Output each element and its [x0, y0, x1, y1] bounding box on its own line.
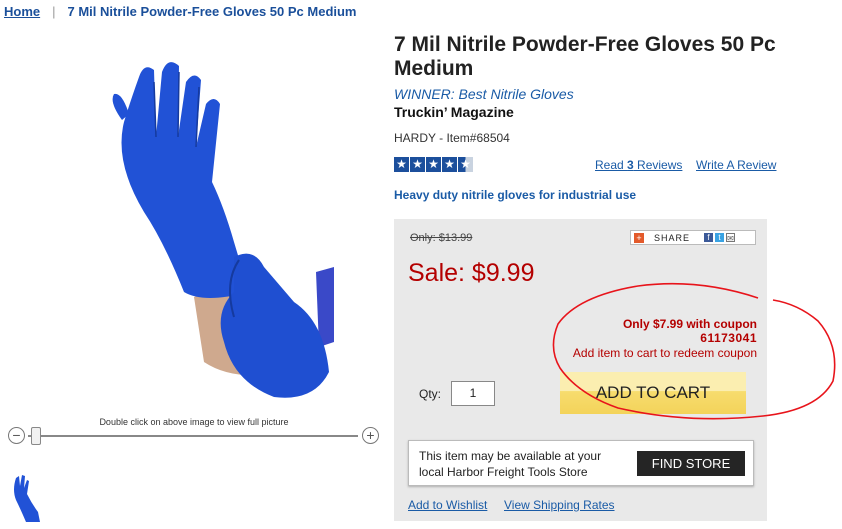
price-box: Only: $13.99 + SHARE f t ✉ Sale: $9.99 O… [394, 219, 767, 521]
share-icons: f t ✉ [704, 233, 736, 243]
add-to-wishlist-link[interactable]: Add to Wishlist [408, 498, 487, 512]
coupon-price: Only $7.99 with coupon [622, 317, 757, 331]
coupon-code: 61173041 [700, 331, 757, 345]
view-shipping-rates-link[interactable]: View Shipping Rates [504, 498, 615, 512]
breadcrumb-current: 7 Mil Nitrile Powder-Free Gloves 50 Pc M… [67, 4, 357, 19]
magazine-name: Truckin’ Magazine [394, 104, 514, 120]
reviews-prefix: Read [595, 158, 628, 172]
zoom-slider[interactable]: − + [6, 426, 380, 446]
share-plus-icon: + [634, 232, 644, 243]
store-message: This item may be available at your local… [419, 449, 602, 479]
coupon-offer: Only $7.99 with coupon 61173041 Add item… [573, 317, 757, 360]
product-tagline: Heavy duty nitrile gloves for industrial… [394, 188, 637, 202]
glove-thumbnail-icon [14, 475, 40, 522]
reviews-suffix: Reviews [633, 158, 683, 172]
share-label: SHARE [654, 232, 691, 243]
share-button[interactable]: + SHARE f t ✉ [630, 230, 756, 245]
product-title: 7 Mil Nitrile Powder-Free Gloves 50 Pc M… [394, 33, 776, 80]
star-icon: ★ [410, 157, 425, 172]
original-price: Only: $13.99 [410, 232, 473, 244]
breadcrumb-separator: | [52, 4, 56, 19]
twitter-icon[interactable]: t [715, 233, 725, 242]
image-thumbnail[interactable] [10, 472, 46, 522]
breadcrumb: Home | 7 Mil Nitrile Powder-Free Gloves … [4, 4, 357, 19]
award-text: WINNER: Best Nitrile Gloves [394, 86, 574, 102]
zoom-out-button[interactable]: − [8, 427, 25, 444]
zoom-handle[interactable] [31, 427, 41, 445]
star-icon: ★ [442, 157, 457, 172]
half-star-icon: ★ [458, 157, 473, 172]
reviews-count: 3 [627, 158, 634, 172]
star-icon: ★ [394, 157, 409, 172]
quantity-input[interactable]: 1 [451, 381, 495, 406]
sale-price: Sale: $9.99 [408, 259, 535, 287]
item-number: HARDY - Item#68504 [394, 131, 510, 145]
write-review-link[interactable]: Write A Review [696, 158, 776, 172]
facebook-icon[interactable]: f [704, 233, 714, 242]
store-availability: This item may be available at your local… [408, 440, 754, 486]
breadcrumb-home-link[interactable]: Home [4, 4, 40, 19]
add-to-cart-button[interactable]: ADD TO CART [560, 372, 746, 414]
product-image[interactable] [84, 42, 334, 416]
find-store-button[interactable]: FIND STORE [637, 451, 745, 476]
quantity-label: Qty: [419, 387, 442, 401]
email-icon[interactable]: ✉ [726, 233, 736, 243]
coupon-note: Add item to cart to redeem coupon [572, 346, 757, 360]
star-icon: ★ [426, 157, 441, 172]
star-rating: ★ ★ ★ ★ ★ [394, 157, 473, 172]
read-reviews-link[interactable]: Read 3 Reviews [595, 158, 682, 172]
zoom-in-button[interactable]: + [362, 427, 379, 444]
glove-image [112, 62, 334, 398]
zoom-track[interactable] [28, 435, 358, 437]
